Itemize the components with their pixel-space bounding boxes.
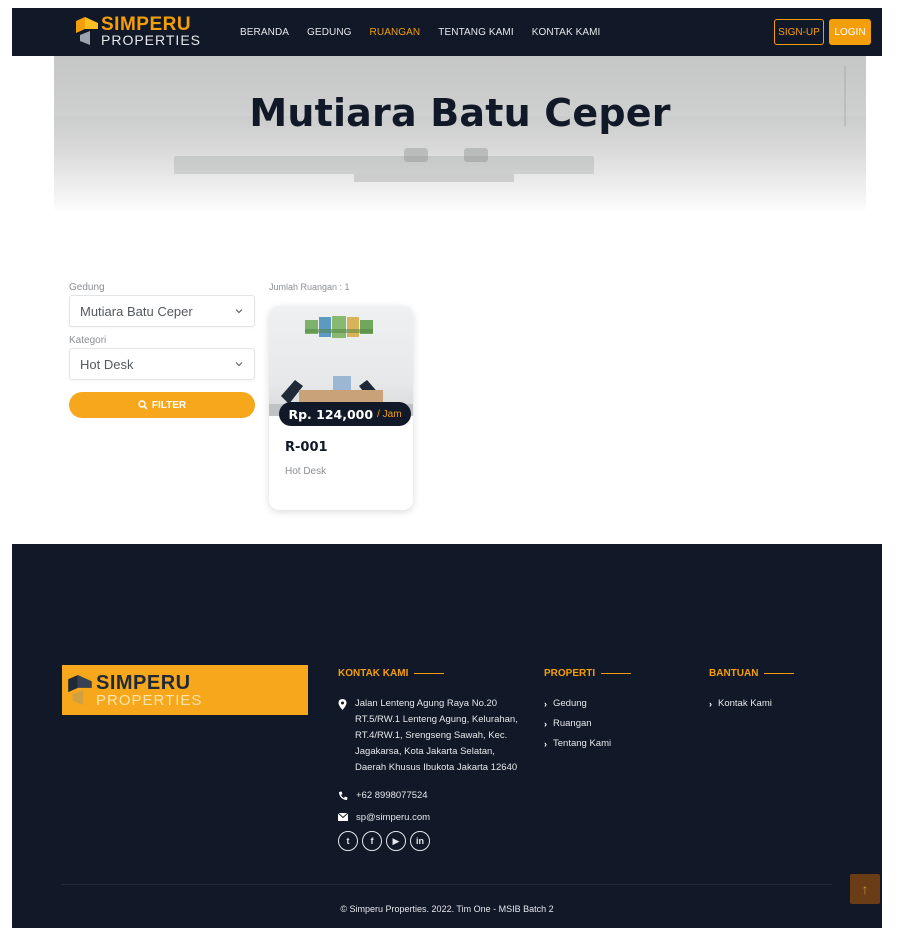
kategori-select[interactable]: Hot Desk <box>69 348 255 380</box>
room-card[interactable]: Rp. 124,000 / Jam R-001 Hot Desk <box>269 306 413 510</box>
hero-chair <box>464 148 488 162</box>
room-code: R-001 <box>285 440 328 455</box>
gedung-label: Gedung <box>69 282 105 293</box>
youtube-icon[interactable]: ▶ <box>386 831 406 851</box>
help-heading-text: BANTUAN <box>709 668 759 679</box>
chevron-right-icon: › <box>544 698 547 709</box>
contact-heading-text: KONTAK KAMI <box>338 668 409 679</box>
location-pin-icon <box>338 699 347 710</box>
heading-bar <box>601 673 632 674</box>
page-title: Mutiara Batu Ceper <box>249 91 671 135</box>
copyright-text: © Simperu Properties. 2022. Tim One - MS… <box>340 904 554 914</box>
footer-logo-text-bottom: PROPERTIES <box>96 692 203 709</box>
room-count: Jumlah Ruangan : 1 <box>269 282 350 292</box>
address-text: Jalan Lenteng Agung Raya No.20 RT.5/RW.1… <box>355 698 518 773</box>
chevron-right-icon: › <box>544 738 547 749</box>
hero-banner: Mutiara Batu Ceper <box>54 56 866 213</box>
gedung-select[interactable]: Mutiara Batu Ceper <box>69 295 255 327</box>
price-badge: Rp. 124,000 / Jam <box>279 402 411 426</box>
email-text[interactable]: sp@simperu.com <box>356 810 430 826</box>
email-row: sp@simperu.com <box>338 810 430 826</box>
back-to-top-button[interactable]: ↑ <box>850 874 880 904</box>
social-links: t f ▶ in <box>338 831 430 851</box>
footer-link-label: Tentang Kami <box>553 738 612 749</box>
brand-logo[interactable]: SIMPERU PROPERTIES <box>76 15 200 49</box>
nav-ruangan[interactable]: RUANGAN <box>370 27 421 38</box>
room-image <box>269 306 413 416</box>
nav-gedung[interactable]: GEDUNG <box>307 27 352 38</box>
logo-mark-icon <box>76 17 98 45</box>
chevron-right-icon: › <box>544 718 547 729</box>
phone-text[interactable]: +62 8998077524 <box>356 788 428 804</box>
room-price: Rp. 124,000 <box>288 406 374 422</box>
heading-bar <box>764 673 795 674</box>
hero-desk-shadow <box>354 174 514 182</box>
property-heading: PROPERTI <box>544 668 632 679</box>
contact-heading: KONTAK KAMI <box>338 668 445 679</box>
footer-link-tentang-kami[interactable]: › Tentang Kami <box>544 738 611 749</box>
phone-icon <box>339 791 348 800</box>
filter-button-label: FILTER <box>151 399 187 411</box>
footer-logo-text-top: SIMPERU <box>96 672 191 694</box>
footer-logo[interactable]: SIMPERU PROPERTIES <box>62 665 308 715</box>
room-price-unit: / Jam <box>377 408 402 420</box>
room-category: Hot Desk <box>285 466 327 477</box>
property-heading-text: PROPERTI <box>544 668 596 679</box>
footer-link-label: Kontak Kami <box>718 698 772 709</box>
hero-chair <box>404 148 428 162</box>
nav-tentang-kami[interactable]: TENTANG KAMI <box>438 27 513 38</box>
logo-text-bottom: PROPERTIES <box>101 32 201 48</box>
gedung-select-value: Mutiara Batu Ceper <box>80 304 193 319</box>
chevron-down-icon <box>235 362 243 367</box>
phone-row: +62 8998077524 <box>338 788 428 804</box>
twitter-icon[interactable]: t <box>338 831 358 851</box>
address-row: Jalan Lenteng Agung Raya No.20 RT.5/RW.1… <box>338 696 524 776</box>
facebook-icon[interactable]: f <box>362 831 382 851</box>
logo-mark-icon <box>68 675 92 705</box>
envelope-icon <box>338 813 348 821</box>
page-frame: SIMPERU PROPERTIES BERANDA GEDUNG RUANGA… <box>12 8 882 928</box>
signup-button[interactable]: SIGN-UP <box>774 19 824 45</box>
nav-links: BERANDA GEDUNG RUANGAN TENTANG KAMI KONT… <box>240 8 600 56</box>
footer-divider <box>62 884 832 885</box>
footer: SIMPERU PROPERTIES KONTAK KAMI Jalan Len… <box>12 544 882 928</box>
login-button[interactable]: LOGIN <box>829 19 871 45</box>
footer-link-kontak-kami[interactable]: › Kontak Kami <box>709 698 772 709</box>
arrow-up-icon: ↑ <box>861 881 869 897</box>
navbar: SIMPERU PROPERTIES BERANDA GEDUNG RUANGA… <box>12 8 882 56</box>
chevron-down-icon <box>235 309 243 314</box>
help-heading: BANTUAN <box>709 668 795 679</box>
heading-bar <box>414 673 445 674</box>
linkedin-icon[interactable]: in <box>410 831 430 851</box>
nav-beranda[interactable]: BERANDA <box>240 27 289 38</box>
footer-link-label: Ruangan <box>553 718 592 729</box>
search-icon <box>138 400 148 410</box>
footer-link-gedung[interactable]: › Gedung <box>544 698 587 709</box>
hero-desk <box>174 156 594 174</box>
chevron-right-icon: › <box>709 698 712 709</box>
kategori-select-value: Hot Desk <box>80 357 134 372</box>
nav-kontak-kami[interactable]: KONTAK KAMI <box>532 27 601 38</box>
filter-button[interactable]: FILTER <box>69 392 255 418</box>
kategori-label: Kategori <box>69 335 107 346</box>
footer-link-label: Gedung <box>553 698 587 709</box>
footer-link-ruangan[interactable]: › Ruangan <box>544 718 592 729</box>
wall-painting <box>305 316 373 338</box>
